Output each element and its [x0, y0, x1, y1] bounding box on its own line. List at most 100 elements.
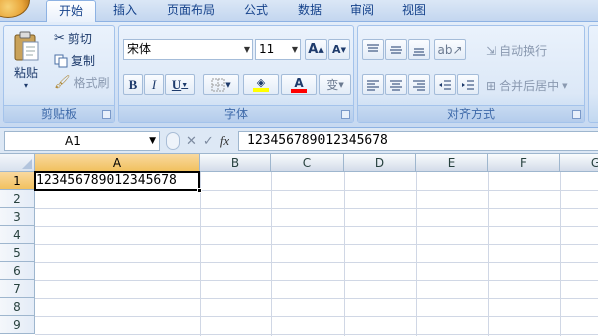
grow-font-icon: A: [308, 42, 319, 57]
column-header-f[interactable]: F: [488, 154, 560, 172]
merge-center-label: 合并后居中: [499, 79, 560, 93]
align-center-button[interactable]: [385, 74, 407, 95]
row-header-2[interactable]: 2: [0, 190, 35, 208]
worksheet-grid[interactable]: A B C D E F G 1 2 3 4 5 6 7 8 9 12345678…: [0, 154, 598, 336]
cut-button[interactable]: ✂ 剪切: [54, 30, 92, 47]
insert-function-button[interactable]: fx: [220, 133, 229, 149]
chevron-down-icon: ▼: [291, 45, 298, 54]
chevron-down-icon: ▼: [243, 45, 250, 54]
column-header-c[interactable]: C: [271, 154, 344, 172]
paste-button[interactable]: 粘贴 ▾: [12, 30, 40, 90]
name-box[interactable]: A1 ▼: [4, 131, 160, 151]
name-box-value: A1: [65, 134, 81, 148]
align-bottom-button[interactable]: [408, 39, 430, 60]
row-header-1[interactable]: 1: [0, 172, 35, 190]
row-header-6[interactable]: 6: [0, 262, 35, 280]
borders-icon: [211, 78, 225, 91]
font-size-select[interactable]: 11 ▼: [255, 39, 301, 60]
decrease-indent-button[interactable]: [434, 74, 456, 95]
paste-icon: [14, 31, 39, 61]
select-all-button[interactable]: [0, 154, 35, 172]
clipboard-launcher-icon[interactable]: [102, 110, 111, 119]
ribbon-tab-bar: 开始 插入 页面布局 公式 数据 审阅 视图: [0, 0, 598, 23]
font-color-bar: [291, 88, 307, 93]
number-group-partial: [588, 25, 598, 123]
clipboard-group-label: 剪贴板: [4, 105, 114, 122]
formula-bar: A1 ▼ ✕ ✓ fx 123456789012345678: [0, 128, 598, 154]
row-header-4[interactable]: 4: [0, 226, 35, 244]
align-center-icon: [390, 80, 402, 90]
font-launcher-icon[interactable]: [341, 110, 350, 119]
orientation-icon: ab↗: [437, 42, 463, 57]
formula-input[interactable]: 123456789012345678: [238, 131, 598, 151]
column-header-g[interactable]: G: [560, 154, 598, 172]
align-middle-button[interactable]: [385, 39, 407, 60]
row-header-3[interactable]: 3: [0, 208, 35, 226]
tab-formulas[interactable]: 公式: [236, 0, 276, 22]
confirm-icon[interactable]: ✓: [203, 134, 214, 149]
expand-handle-icon[interactable]: [166, 132, 180, 150]
grow-font-button[interactable]: A ▲: [305, 39, 327, 60]
tab-view[interactable]: 视图: [394, 0, 434, 22]
tab-data[interactable]: 数据: [290, 0, 330, 22]
borders-button[interactable]: ▼: [203, 74, 239, 95]
row-header-7[interactable]: 7: [0, 280, 35, 298]
format-painter-button[interactable]: 🖌 格式刷: [54, 74, 110, 91]
font-color-button[interactable]: A: [281, 74, 317, 95]
alignment-group: ab↗ ⇲ 自动换行 ⊞ 合并后居中 ▼ 对齐方式: [357, 25, 585, 123]
column-header-a[interactable]: A: [35, 154, 200, 172]
copy-button[interactable]: 复制: [54, 52, 95, 69]
merge-cells-icon: ⊞: [486, 78, 497, 93]
column-header-d[interactable]: D: [344, 154, 416, 172]
align-right-button[interactable]: [408, 74, 430, 95]
format-painter-label: 格式刷: [73, 76, 110, 90]
increase-indent-button[interactable]: [457, 74, 479, 95]
tab-review[interactable]: 审阅: [342, 0, 382, 22]
phonetic-button[interactable]: 变 ▼: [319, 74, 351, 95]
wrap-text-button[interactable]: ⇲ 自动换行: [486, 42, 547, 59]
fill-handle[interactable]: [197, 188, 202, 193]
bold-button[interactable]: B: [123, 74, 143, 95]
clipboard-group: 粘贴 ▾ ✂ 剪切 复制 🖌 格式刷 剪贴板: [3, 25, 115, 123]
tab-home[interactable]: 开始: [46, 0, 96, 23]
align-right-icon: [413, 80, 425, 90]
align-bottom-icon: [413, 48, 425, 55]
underline-icon: U: [171, 76, 182, 92]
column-header-e[interactable]: E: [416, 154, 488, 172]
merge-center-button[interactable]: ⊞ 合并后居中 ▼: [486, 77, 567, 94]
font-name-select[interactable]: 宋体 ▼: [123, 39, 253, 60]
shrink-font-button[interactable]: A ▼: [328, 39, 350, 60]
font-group-label: 字体: [119, 105, 353, 122]
select-all-icon: [22, 159, 32, 169]
underline-button[interactable]: U ▼: [165, 74, 195, 95]
align-left-button[interactable]: [362, 74, 384, 95]
align-left-icon: [367, 80, 379, 90]
scissors-icon: ✂: [54, 31, 65, 46]
fill-color-bar: [253, 88, 269, 92]
fill-color-button[interactable]: ◈: [243, 74, 279, 95]
tab-page-layout[interactable]: 页面布局: [160, 0, 222, 22]
wrap-text-icon: ⇲: [486, 43, 497, 58]
paint-bucket-icon: ◈: [256, 76, 266, 89]
orientation-button[interactable]: ab↗: [434, 39, 466, 60]
copy-icon: [54, 54, 68, 67]
cell-a1[interactable]: 123456789012345678: [35, 172, 177, 190]
font-name-value: 宋体: [127, 42, 152, 56]
alignment-launcher-icon[interactable]: [572, 110, 581, 119]
ribbon: 粘贴 ▾ ✂ 剪切 复制 🖌 格式刷 剪贴板 宋体 ▼ 11 ▼ A ▲ A ▼…: [0, 22, 598, 128]
cancel-icon[interactable]: ✕: [186, 134, 197, 149]
italic-icon: I: [151, 76, 157, 92]
copy-label: 复制: [71, 54, 96, 68]
align-top-button[interactable]: [362, 39, 384, 60]
paste-label: 粘贴: [13, 66, 38, 80]
row-header-5[interactable]: 5: [0, 244, 35, 262]
paste-dropdown-icon: ▾: [23, 81, 28, 90]
chevron-down-icon[interactable]: ▼: [149, 132, 156, 150]
decrease-indent-icon: [439, 80, 451, 89]
tab-insert[interactable]: 插入: [104, 0, 146, 22]
row-header-9[interactable]: 9: [0, 316, 35, 334]
row-header-8[interactable]: 8: [0, 298, 35, 316]
column-header-b[interactable]: B: [200, 154, 271, 172]
office-button[interactable]: [0, 0, 30, 18]
italic-button[interactable]: I: [144, 74, 164, 95]
